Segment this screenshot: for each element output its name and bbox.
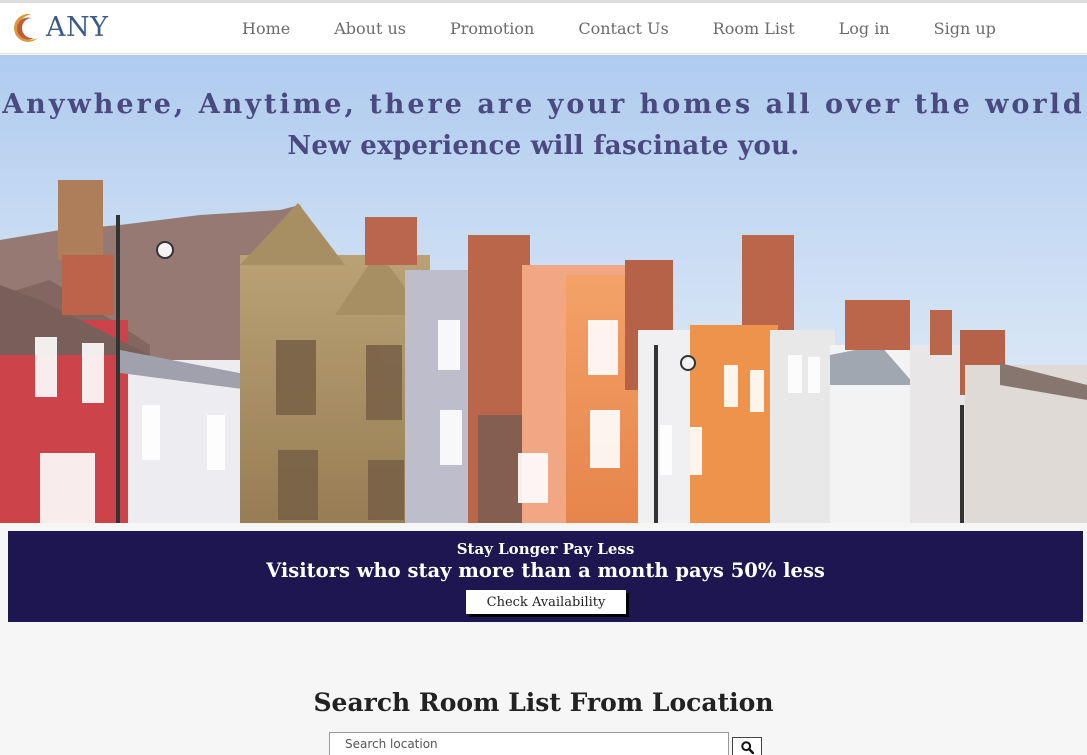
search-location-input[interactable]	[329, 732, 729, 755]
nav-sign-up[interactable]: Sign up	[912, 3, 1018, 54]
main-nav: Home About us Promotion Contact Us Room …	[220, 3, 1018, 54]
navbar: ANY Home About us Promotion Contact Us R…	[0, 3, 1087, 54]
promo-banner: Stay Longer Pay Less Visitors who stay m…	[8, 531, 1083, 622]
townhouses-hero-image	[0, 55, 1087, 523]
nav-log-in[interactable]: Log in	[817, 3, 912, 54]
nav-contact-us[interactable]: Contact Us	[556, 3, 690, 54]
search-icon	[740, 741, 754, 754]
nav-about-us[interactable]: About us	[312, 3, 428, 54]
nav-room-list[interactable]: Room List	[691, 3, 817, 54]
nav-promotion[interactable]: Promotion	[428, 3, 556, 54]
nav-home[interactable]: Home	[220, 3, 312, 54]
promo-kicker: Stay Longer Pay Less	[456, 540, 635, 558]
brand-logo[interactable]: ANY	[12, 12, 108, 44]
hero-title: Anywhere, Anytime, there are your homes …	[2, 89, 1085, 120]
brand-name: ANY	[46, 12, 109, 43]
hero-banner: Anywhere, Anytime, there are your homes …	[0, 55, 1087, 523]
check-availability-button[interactable]: Check Availability	[466, 590, 626, 614]
hero-subtitle: New experience will fascinate you.	[287, 131, 800, 161]
crescent-logo-icon	[14, 14, 44, 42]
search-button[interactable]	[732, 737, 762, 755]
search-title: Search Room List From Location	[313, 688, 774, 717]
promo-headline: Visitors who stay more than a month pays…	[266, 559, 825, 582]
